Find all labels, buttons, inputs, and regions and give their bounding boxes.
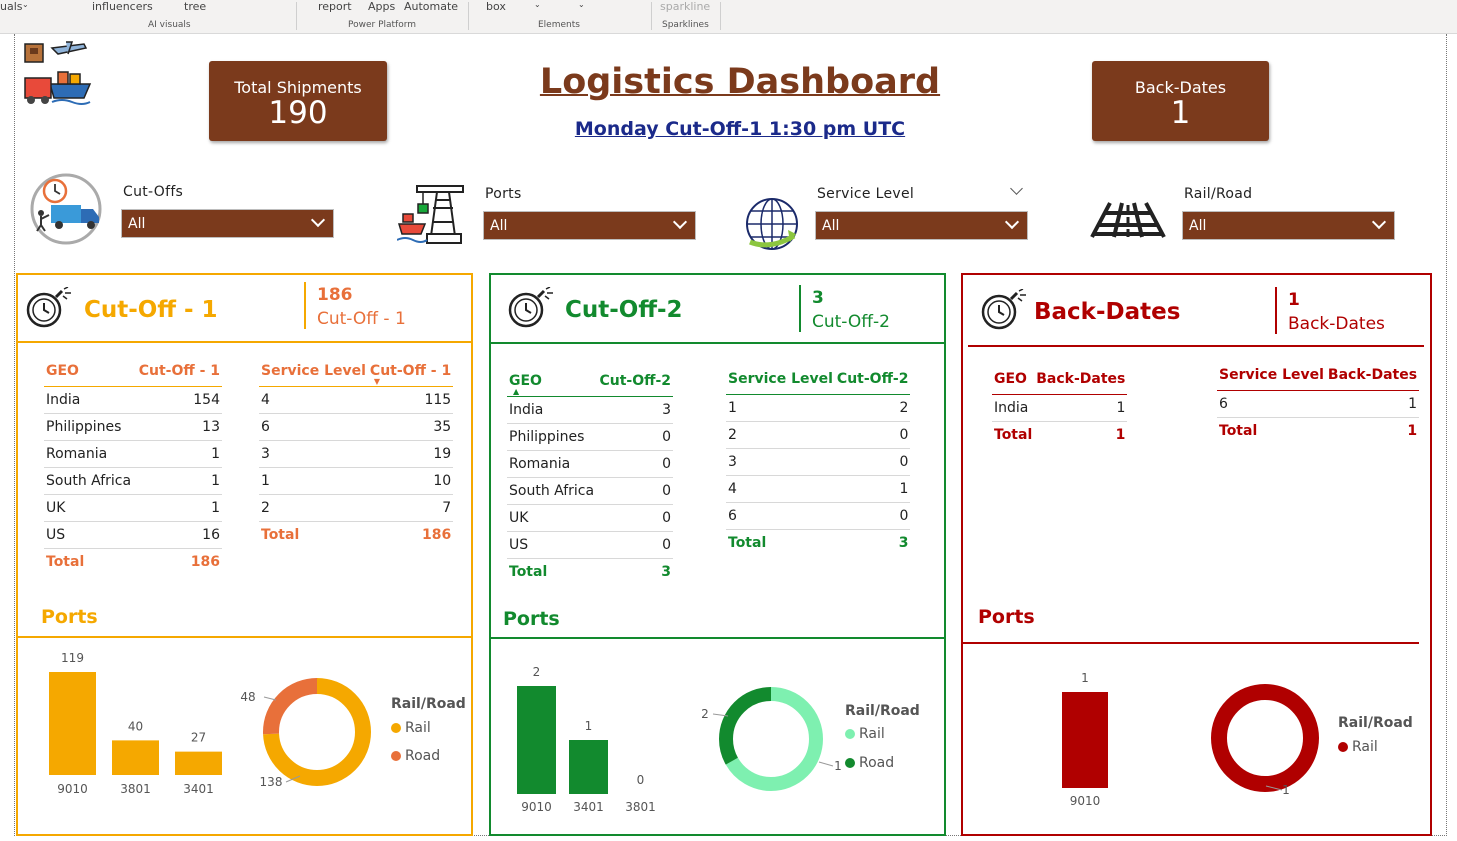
legend-label: Rail [859,726,885,742]
bar-3401[interactable] [569,740,608,794]
legend-label: Road [859,755,895,771]
cutoff1-legend-title: Rail/Road [391,696,466,712]
leader-line[interactable] [818,761,834,767]
data-label: 0 [637,773,645,787]
data-label: 27 [191,731,206,745]
data-label: 2 [701,707,709,721]
legend-dot [391,751,401,761]
ports-charts: 119 9010 40 3801 27 3401 138 48 2 9010 1 3401 0 3801 2… [49,651,1319,814]
legend-label: Rail [405,720,431,736]
legend-label: Rail [1352,739,1378,755]
legend-label: Road [405,748,441,764]
tick-label: 3401 [183,782,214,796]
tick-label: 9010 [521,800,552,814]
bar-9010[interactable] [1062,692,1108,788]
leader-line[interactable] [263,696,277,701]
data-label: 40 [128,719,143,733]
legend-item-rail[interactable]: Rail [845,726,885,742]
legend-dot [391,723,401,733]
legend-item-rail[interactable]: Rail [1338,739,1378,755]
bar-9010[interactable] [517,686,556,794]
data-label: 2 [533,665,541,679]
legend-item-rail[interactable]: Rail [391,720,431,736]
data-label: 48 [240,690,255,704]
data-label: 1 [1282,783,1290,797]
data-label: 1 [1081,671,1089,685]
data-label: 1 [834,759,842,773]
data-label: 1 [585,719,593,733]
tick-label: 9010 [1070,794,1101,808]
legend-dot [845,758,855,768]
backdates-legend-title: Rail/Road [1338,715,1413,731]
tick-label: 3801 [120,782,151,796]
bar-3401[interactable] [175,751,222,775]
cutoff2-legend-title: Rail/Road [845,703,920,719]
tick-label: 9010 [57,782,88,796]
donut-slice-rail[interactable] [1211,684,1319,792]
legend-dot [1338,742,1348,752]
legend-item-road[interactable]: Road [845,755,894,771]
legend-dot [845,729,855,739]
bar-9010[interactable] [49,672,96,775]
data-label: 138 [260,775,283,789]
legend-item-road[interactable]: Road [391,748,440,764]
tick-label: 3401 [573,800,604,814]
data-label: 119 [61,651,84,665]
bar-3801[interactable] [112,740,159,775]
tick-label: 3801 [625,800,656,814]
